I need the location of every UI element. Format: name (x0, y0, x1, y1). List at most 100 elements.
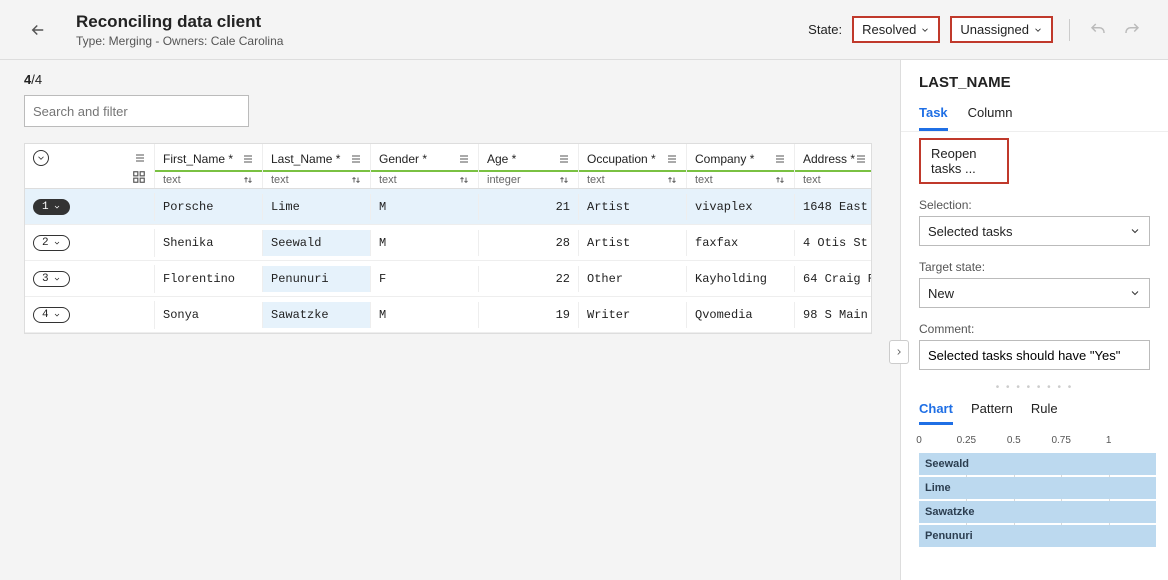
column-header-gender[interactable]: Gender * (379, 152, 427, 166)
comment-label: Comment: (919, 322, 1150, 336)
comment-input[interactable] (919, 340, 1150, 370)
panel-collapse-toggle[interactable] (889, 340, 909, 364)
back-button[interactable] (24, 16, 52, 44)
cell-gender: M (371, 194, 479, 220)
cell-occupation: Writer (579, 302, 687, 328)
column-header-age[interactable]: Age * (487, 152, 516, 166)
column-header-occupation[interactable]: Occupation * (587, 152, 656, 166)
column-sort-icon[interactable] (558, 174, 570, 186)
column-type: text (587, 174, 605, 186)
selection-dropdown[interactable]: Selected tasks (919, 216, 1150, 246)
undo-button[interactable] (1086, 18, 1110, 42)
column-type: text (379, 174, 397, 186)
selection-label: Selection: (919, 198, 1150, 212)
cell-gender: F (371, 266, 479, 292)
cell-age: 22 (479, 266, 579, 292)
cell-occupation: Artist (579, 230, 687, 256)
chevron-down-icon (1033, 25, 1043, 35)
page-subtitle: Type: Merging - Owners: Cale Carolina (76, 34, 283, 48)
column-menu-icon[interactable] (855, 153, 867, 165)
chevron-down-icon (920, 25, 930, 35)
page-title: Reconciling data client (76, 12, 283, 32)
column-type: text (163, 174, 181, 186)
column-header-first_name[interactable]: First_Name * (163, 152, 233, 166)
column-sort-icon[interactable] (242, 174, 254, 186)
search-input[interactable] (24, 95, 249, 127)
tab-rule[interactable]: Rule (1031, 395, 1058, 425)
column-type: text (803, 174, 821, 186)
results-count: 4/4 (24, 72, 900, 87)
cell-company: Qvomedia (687, 302, 795, 328)
cell-company: faxfax (687, 230, 795, 256)
table-row[interactable]: 2 Shenika Seewald M 28 Artist faxfax 4 O… (25, 225, 871, 261)
tab-column[interactable]: Column (968, 97, 1013, 131)
panel-resize-handle[interactable]: • • • • • • • • (901, 380, 1168, 395)
cell-occupation: Artist (579, 194, 687, 220)
row-selector[interactable]: 4 (33, 307, 70, 323)
column-menu-icon[interactable] (134, 152, 146, 164)
state-value: Resolved (862, 22, 916, 37)
column-menu-icon[interactable] (666, 153, 678, 165)
column-header-last_name[interactable]: Last_Name * (271, 152, 340, 166)
cell-first-name: Shenika (155, 230, 263, 256)
cell-address: 98 S Main S (795, 302, 871, 328)
row-selector[interactable]: 2 (33, 235, 70, 251)
cell-occupation: Other (579, 266, 687, 292)
select-all-toggle[interactable] (33, 150, 49, 166)
cell-address: 64 Craig Ro (795, 266, 871, 292)
chevron-down-icon (1129, 287, 1141, 299)
cell-age: 21 (479, 194, 579, 220)
tab-task[interactable]: Task (919, 97, 948, 131)
state-dropdown[interactable]: Resolved (852, 16, 940, 43)
column-type: integer (487, 174, 521, 186)
column-menu-icon[interactable] (458, 153, 470, 165)
target-state-label: Target state: (919, 260, 1150, 274)
chart-bar: Penunuri (919, 525, 1156, 547)
tab-chart[interactable]: Chart (919, 395, 953, 425)
target-state-dropdown[interactable]: New (919, 278, 1150, 308)
reopen-tasks-button[interactable]: Reopen tasks ... (919, 138, 1009, 184)
cell-gender: M (371, 230, 479, 256)
assignee-value: Unassigned (960, 22, 1029, 37)
chart-bar: Lime (919, 477, 1156, 499)
column-type: text (271, 174, 289, 186)
cell-last-name: Sawatzke (263, 302, 371, 328)
column-menu-icon[interactable] (350, 153, 362, 165)
redo-button[interactable] (1120, 18, 1144, 42)
cell-last-name: Seewald (263, 230, 371, 256)
cell-first-name: Sonya (155, 302, 263, 328)
layout-grid-icon[interactable] (132, 170, 146, 184)
row-selector[interactable]: 3 (33, 271, 70, 287)
cell-address: 4 Otis St (795, 230, 871, 256)
row-selector[interactable]: 1 (33, 199, 70, 215)
cell-age: 28 (479, 230, 579, 256)
chart: 00.250.50.751 SeewaldLimeSawatzkePenunur… (901, 425, 1168, 549)
column-menu-icon[interactable] (774, 153, 786, 165)
assignee-dropdown[interactable]: Unassigned (950, 16, 1053, 43)
column-sort-icon[interactable] (458, 174, 470, 186)
data-table: First_Name * text Last_Name * text Gende… (24, 143, 872, 334)
column-menu-icon[interactable] (558, 153, 570, 165)
cell-company: Kayholding (687, 266, 795, 292)
cell-company: vivaplex (687, 194, 795, 220)
table-row[interactable]: 1 Porsche Lime M 21 Artist vivaplex 1648… (25, 189, 871, 225)
chevron-down-icon (1129, 225, 1141, 237)
panel-title: LAST_NAME (901, 60, 1168, 97)
column-sort-icon[interactable] (666, 174, 678, 186)
state-label: State: (808, 22, 842, 37)
column-sort-icon[interactable] (774, 174, 786, 186)
cell-first-name: Florentino (155, 266, 263, 292)
column-menu-icon[interactable] (242, 153, 254, 165)
column-header-company[interactable]: Company * (695, 152, 754, 166)
column-sort-icon[interactable] (350, 174, 362, 186)
chart-bar: Seewald (919, 453, 1156, 475)
cell-last-name: Penunuri (263, 266, 371, 292)
tab-pattern[interactable]: Pattern (971, 395, 1013, 425)
cell-gender: M (371, 302, 479, 328)
column-header-address[interactable]: Address * (803, 152, 855, 166)
cell-first-name: Porsche (155, 194, 263, 220)
table-row[interactable]: 4 Sonya Sawatzke M 19 Writer Qvomedia 98… (25, 297, 871, 333)
cell-last-name: Lime (263, 194, 371, 220)
cell-address: 1648 East S (795, 194, 871, 220)
table-row[interactable]: 3 Florentino Penunuri F 22 Other Kayhold… (25, 261, 871, 297)
